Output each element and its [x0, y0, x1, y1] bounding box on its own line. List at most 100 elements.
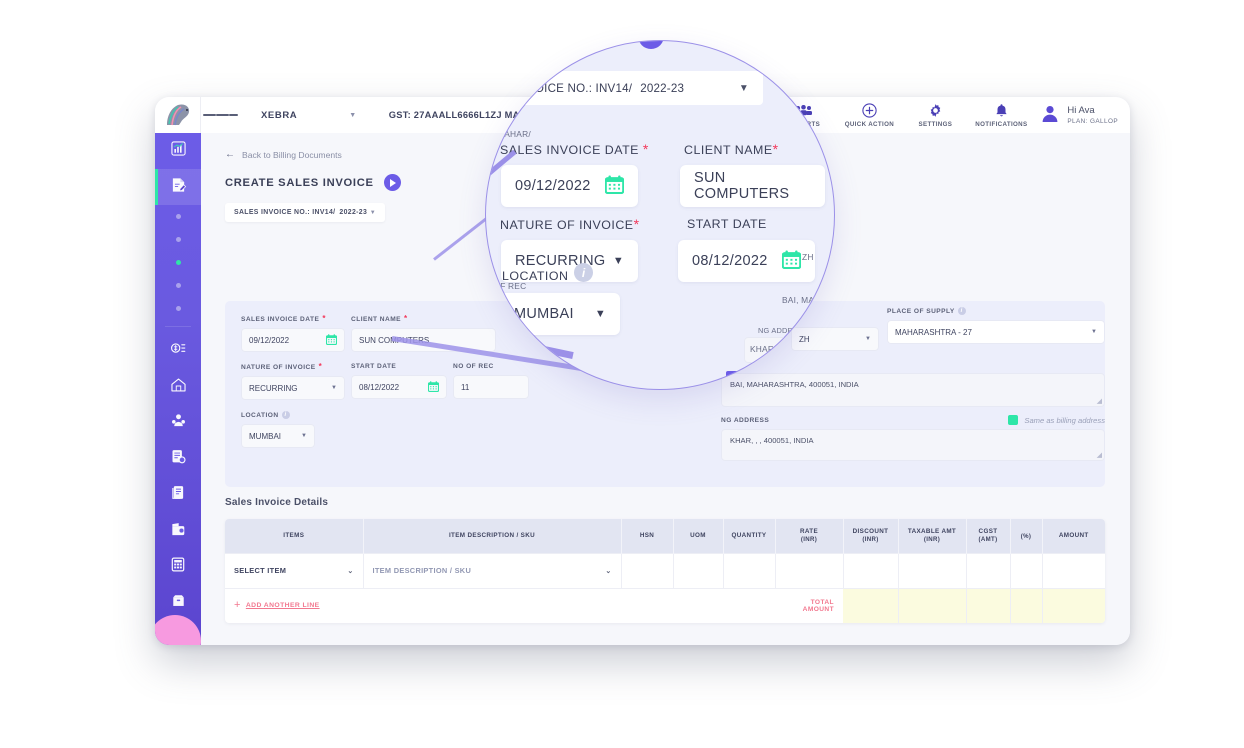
info-icon[interactable]: i: [574, 263, 593, 282]
sidebar-item-home[interactable]: [155, 369, 201, 405]
col-taxable-amt[interactable]: TAXABLE AMT (INR): [898, 519, 967, 553]
calendar-icon[interactable]: [427, 380, 440, 394]
table-row: SELECT ITEM ⌄ ITEM DESCRIPTION / SKU ⌄: [225, 552, 1105, 588]
dot-icon: [175, 306, 181, 311]
play-video-button[interactable]: [383, 174, 401, 191]
report-search-icon: [171, 449, 186, 469]
magnified-location-select[interactable]: MUMBAI ▼: [500, 293, 620, 335]
plus-circle-icon: [862, 102, 877, 118]
table-total-row: + ADD ANOTHER LINE TOTAL AMOUNT: [225, 587, 1105, 623]
col-item-description[interactable]: ITEM DESCRIPTION / SKU: [363, 519, 622, 553]
cell-item[interactable]: SELECT ITEM ⌄: [225, 552, 364, 588]
calendar-icon[interactable]: [325, 333, 338, 347]
files-icon: [171, 485, 185, 505]
nature-of-invoice-select[interactable]: RECURRING ▼: [241, 376, 345, 400]
col-rate[interactable]: RATE (INR): [775, 519, 844, 553]
cell-amount[interactable]: [1042, 552, 1105, 588]
location-select[interactable]: MUMBAI ▼: [241, 424, 315, 448]
company-selector[interactable]: XEBRA ▼: [261, 110, 357, 121]
bell-icon: [995, 103, 1008, 118]
item-description-dropdown[interactable]: ITEM DESCRIPTION / SKU ⌄: [373, 566, 612, 575]
cell-discount[interactable]: [843, 552, 899, 588]
calendar-icon[interactable]: [604, 174, 625, 198]
sidebar-item-reports[interactable]: [155, 441, 201, 477]
sidebar-item-wallet[interactable]: [155, 513, 201, 549]
magnified-label-location: LOCATION: [502, 269, 568, 283]
label-text: NATURE OF INVOICE: [500, 218, 634, 232]
sidebar-item-documents[interactable]: [155, 477, 201, 513]
menu-toggle-icon[interactable]: [201, 112, 239, 118]
required-marker: *: [642, 141, 649, 157]
col-cgst-amt[interactable]: CGST (AMT): [966, 519, 1011, 553]
col-hsn[interactable]: HSN: [621, 519, 674, 553]
item-description-value: ITEM DESCRIPTION / SKU: [372, 566, 472, 575]
sidebar-dot-3-active[interactable]: [155, 251, 201, 274]
col-items[interactable]: ITEMS: [225, 519, 364, 553]
sidebar-dot-5[interactable]: [155, 297, 201, 320]
add-another-line-button[interactable]: + ADD ANOTHER LINE: [234, 600, 766, 611]
select-item-dropdown[interactable]: SELECT ITEM ⌄: [234, 566, 354, 575]
field-label: START DATE: [351, 363, 447, 370]
sales-invoice-date-input[interactable]: 09/12/2022: [241, 328, 345, 352]
sidebar-item-dashboard[interactable]: [155, 133, 201, 169]
magnified-ghost-gst: 1ZJ MAHAR/: [485, 129, 531, 139]
cell-rate[interactable]: [775, 552, 844, 588]
chevron-down-icon: ▼: [331, 385, 337, 391]
magnified-play-button-edge: [638, 41, 664, 49]
cell-quantity[interactable]: [723, 552, 776, 588]
user-menu[interactable]: Hi Ava PLAN: GALLOP: [1040, 103, 1118, 128]
col-quantity[interactable]: QUANTITY: [723, 519, 776, 553]
sidebar-item-calculator[interactable]: [155, 549, 201, 585]
resize-handle-icon[interactable]: ◢: [1097, 451, 1102, 459]
cell-hsn[interactable]: [621, 552, 674, 588]
topbar-item-notifications[interactable]: NOTIFICATIONS: [968, 103, 1034, 128]
nature-of-invoice-value: RECURRING: [249, 383, 298, 393]
col-label: TAXABLE AMT: [907, 528, 957, 536]
screenshot-root: XEBRA ▼ GST: 27AAALL6666L1ZJ MAHARA COHO…: [0, 0, 1244, 748]
cell-description[interactable]: ITEM DESCRIPTION / SKU ⌄: [363, 552, 622, 588]
col-sublabel: (AMT): [978, 536, 998, 544]
add-another-line-cell[interactable]: + ADD ANOTHER LINE: [225, 587, 775, 623]
invoice-number-selector[interactable]: SALES INVOICE NO.: INV14/ 2022-23 ▼: [225, 203, 385, 222]
start-date-input[interactable]: 08/12/2022: [351, 375, 447, 399]
sidebar-item-finance[interactable]: [155, 333, 201, 369]
home-icon: [170, 378, 186, 397]
cell-cgst-amt[interactable]: [966, 552, 1011, 588]
place-of-supply-select[interactable]: MAHARASHTRA - 27 ▼: [887, 320, 1105, 344]
cell-cgst-pct[interactable]: [1010, 552, 1043, 588]
resize-handle-icon[interactable]: ◢: [1097, 397, 1102, 405]
label-text: SALES INVOICE DATE: [241, 315, 320, 323]
sidebar-item-clients[interactable]: [155, 405, 201, 441]
info-icon[interactable]: i: [281, 411, 290, 419]
cell-taxable-amt[interactable]: [898, 552, 967, 588]
chevron-down-icon: ▼: [369, 209, 376, 216]
calendar-icon[interactable]: [781, 249, 802, 273]
magnified-invoice-number-selector[interactable]: INVOICE NO.: INV14/ 2022-23 ▼: [501, 71, 763, 105]
sidebar-item-billing-documents[interactable]: [155, 169, 201, 205]
magnified-start-date-input[interactable]: 08/12/2022: [678, 240, 815, 282]
sidebar-dot-1[interactable]: [155, 205, 201, 228]
col-amount[interactable]: AMOUNT: [1042, 519, 1105, 553]
magnified-sales-invoice-date-input[interactable]: 09/12/2022: [501, 165, 638, 207]
magnified-client-name-value: SUN COMPUTERS: [694, 170, 790, 202]
chevron-down-icon: ▼: [612, 255, 624, 267]
info-icon[interactable]: i: [957, 307, 966, 315]
plus-icon: +: [234, 599, 241, 612]
magnified-label-client-name: CLIENT NAME*: [684, 142, 779, 157]
sidebar-dot-4[interactable]: [155, 274, 201, 297]
calculator-icon: [171, 557, 185, 577]
col-uom[interactable]: UOM: [673, 519, 724, 553]
shipping-address-textarea[interactable]: KHAR, , , 400051, INDIA ◢: [721, 429, 1105, 461]
cell-uom[interactable]: [673, 552, 724, 588]
place-of-supply-value: MAHARASHTRA - 27: [895, 327, 972, 337]
field-sales-invoice-date: SALES INVOICE DATE * 09/12/2022: [241, 315, 345, 352]
magnified-client-name-input[interactable]: SUN COMPUTERS: [680, 165, 825, 207]
col-discount[interactable]: DISCOUNT (INR): [843, 519, 899, 553]
col-cgst-pct[interactable]: (%): [1010, 519, 1043, 553]
topbar-item-quick-action[interactable]: QUICK ACTION: [836, 102, 902, 128]
sidebar-dot-2[interactable]: [155, 228, 201, 251]
required-marker: *: [772, 141, 779, 157]
app-logo[interactable]: [155, 97, 201, 133]
topbar-item-settings[interactable]: SETTINGS: [902, 103, 968, 128]
same-as-billing-toggle[interactable]: Same as billing address: [1008, 415, 1105, 425]
